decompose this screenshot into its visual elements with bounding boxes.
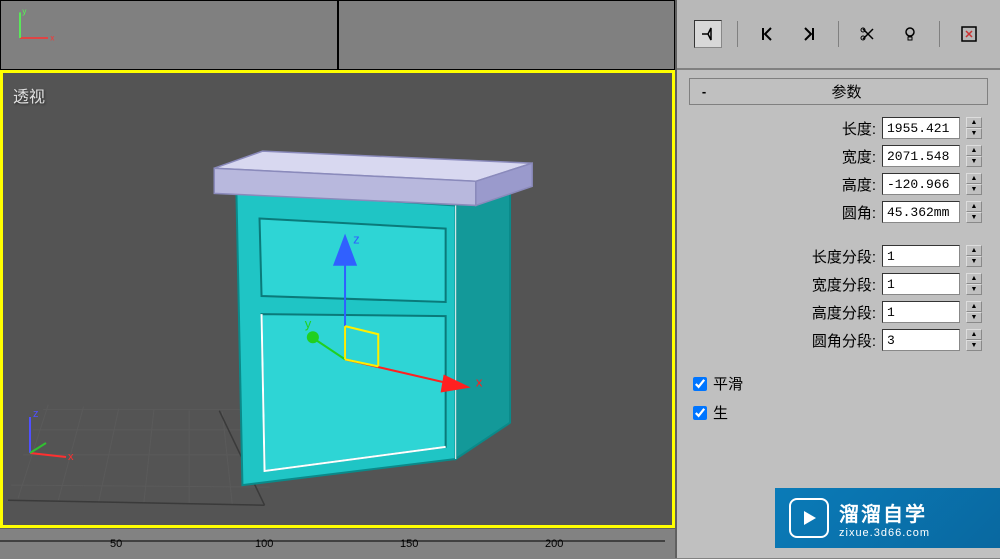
prev-icon[interactable] — [753, 20, 781, 48]
generate-checkbox[interactable] — [693, 406, 707, 420]
param-width: 宽度: ▲▼ — [689, 145, 988, 167]
smooth-checkbox-row: 平滑 — [689, 373, 988, 394]
top-viewport-1[interactable]: x y — [0, 0, 338, 70]
param-width-segs: 宽度分段: ▲▼ — [689, 273, 988, 295]
spinner-down-icon[interactable]: ▼ — [966, 256, 982, 267]
width-segs-input[interactable] — [882, 273, 960, 295]
watermark-url: zixue.3d66.com — [839, 527, 930, 539]
spinner[interactable]: ▲▼ — [966, 329, 982, 351]
watermark: 溜溜自学 zixue.3d66.com — [775, 488, 1000, 548]
param-length-segs: 长度分段: ▲▼ — [689, 245, 988, 267]
play-icon — [789, 498, 829, 538]
perspective-viewport[interactable]: 透视 — [0, 70, 675, 528]
spinner-up-icon[interactable]: ▲ — [966, 245, 982, 256]
scene-3d: z x y — [3, 73, 672, 525]
ruler-ticks — [0, 529, 675, 559]
param-label: 圆角: — [842, 202, 876, 223]
ruler-tick: 100 — [255, 538, 273, 550]
svg-text:x: x — [50, 33, 54, 42]
ruler-tick: 150 — [400, 538, 418, 550]
checkbox-label: 平滑 — [713, 373, 743, 394]
param-label: 长度分段: — [812, 246, 876, 267]
svg-text:z: z — [353, 232, 360, 247]
svg-text:z: z — [33, 408, 39, 420]
svg-text:y: y — [22, 7, 26, 16]
axis-indicator-icon: x y — [11, 6, 61, 46]
param-label: 高度分段: — [812, 302, 876, 323]
spinner-down-icon[interactable]: ▼ — [966, 156, 982, 167]
spinner-up-icon[interactable]: ▲ — [966, 117, 982, 128]
command-panel: - 参数 长度: ▲▼ 宽度: ▲▼ 高度: ▲▼ 圆角: ▲▼ — [675, 0, 1000, 558]
section-header[interactable]: - 参数 — [689, 78, 988, 105]
fillet-input[interactable] — [882, 201, 960, 223]
ruler-tick: 50 — [110, 538, 122, 550]
svg-text:y: y — [305, 316, 312, 331]
length-segs-input[interactable] — [882, 245, 960, 267]
length-input[interactable] — [882, 117, 960, 139]
spinner[interactable]: ▲▼ — [966, 173, 982, 195]
top-viewports: x y — [0, 0, 675, 70]
toolbar — [677, 0, 1000, 70]
param-fillet-segs: 圆角分段: ▲▼ — [689, 329, 988, 351]
height-input[interactable] — [882, 173, 960, 195]
pin-icon[interactable] — [694, 20, 722, 48]
param-label: 高度: — [842, 174, 876, 195]
top-viewport-2[interactable] — [338, 0, 676, 70]
watermark-title: 溜溜自学 — [839, 498, 930, 527]
lightbulb-icon[interactable] — [896, 20, 924, 48]
next-icon[interactable] — [795, 20, 823, 48]
param-fillet: 圆角: ▲▼ — [689, 201, 988, 223]
param-height-segs: 高度分段: ▲▼ — [689, 301, 988, 323]
param-height: 高度: ▲▼ — [689, 173, 988, 195]
param-label: 宽度分段: — [812, 274, 876, 295]
spinner-up-icon[interactable]: ▲ — [966, 329, 982, 340]
spinner-up-icon[interactable]: ▲ — [966, 173, 982, 184]
checkbox-label: 生 — [713, 402, 728, 423]
spinner-up-icon[interactable]: ▲ — [966, 201, 982, 212]
spinner-down-icon[interactable]: ▼ — [966, 312, 982, 323]
separator-icon — [838, 21, 839, 47]
spinner-up-icon[interactable]: ▲ — [966, 145, 982, 156]
timeline-ruler[interactable]: 50 100 150 200 — [0, 528, 675, 558]
spinner-up-icon[interactable]: ▲ — [966, 273, 982, 284]
param-label: 宽度: — [842, 146, 876, 167]
spinner-down-icon[interactable]: ▼ — [966, 184, 982, 195]
param-length: 长度: ▲▼ — [689, 117, 988, 139]
configure-icon[interactable] — [955, 20, 983, 48]
separator-icon — [939, 21, 940, 47]
spinner[interactable]: ▲▼ — [966, 301, 982, 323]
section-title: 参数 — [712, 81, 981, 102]
spinner[interactable]: ▲▼ — [966, 273, 982, 295]
spinner[interactable]: ▲▼ — [966, 201, 982, 223]
param-label: 长度: — [842, 118, 876, 139]
collapse-button[interactable]: - — [696, 84, 712, 99]
spinner-down-icon[interactable]: ▼ — [966, 128, 982, 139]
spinner-down-icon[interactable]: ▼ — [966, 212, 982, 223]
ruler-tick: 200 — [545, 538, 563, 550]
svg-text:x: x — [476, 375, 483, 390]
spinner-down-icon[interactable]: ▼ — [966, 284, 982, 295]
param-label: 圆角分段: — [812, 330, 876, 351]
smooth-checkbox[interactable] — [693, 377, 707, 391]
cabinet-model — [214, 151, 532, 485]
scissors-icon[interactable] — [854, 20, 882, 48]
spinner[interactable]: ▲▼ — [966, 117, 982, 139]
spinner-down-icon[interactable]: ▼ — [966, 340, 982, 351]
svg-text:x: x — [68, 451, 74, 463]
width-input[interactable] — [882, 145, 960, 167]
spinner-up-icon[interactable]: ▲ — [966, 301, 982, 312]
fillet-segs-input[interactable] — [882, 329, 960, 351]
separator-icon — [737, 21, 738, 47]
spinner[interactable]: ▲▼ — [966, 245, 982, 267]
spinner[interactable]: ▲▼ — [966, 145, 982, 167]
generate-checkbox-row: 生 — [689, 402, 988, 423]
height-segs-input[interactable] — [882, 301, 960, 323]
axis-corner-icon: x z — [18, 405, 78, 465]
parameters-panel: - 参数 长度: ▲▼ 宽度: ▲▼ 高度: ▲▼ 圆角: ▲▼ — [677, 70, 1000, 558]
